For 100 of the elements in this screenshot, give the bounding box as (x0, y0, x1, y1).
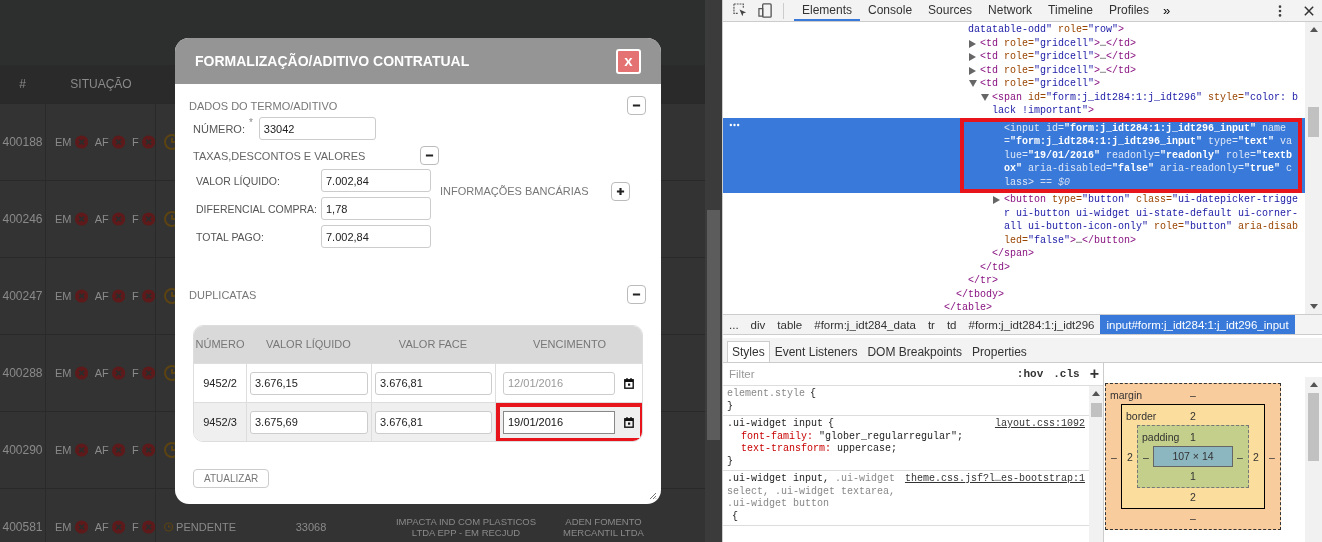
scrollbar[interactable] (1089, 386, 1103, 542)
devtools-tab[interactable]: Elements (794, 0, 861, 21)
x-circle-icon (74, 212, 88, 226)
calendar-icon[interactable] (624, 377, 634, 389)
brace: { (828, 418, 835, 429)
scrollbar[interactable] (705, 0, 722, 542)
x-circle-icon (74, 135, 88, 149)
input-field[interactable]: 33042 (258, 117, 376, 140)
status-label: F (132, 521, 139, 533)
code-line: <td role="gridcell">…</td> (980, 63, 1137, 77)
panel-tab[interactable]: Styles (727, 341, 770, 362)
status-label: F (132, 444, 139, 456)
class-button[interactable]: .cls (1053, 368, 1080, 380)
resize-grip-icon[interactable] (649, 492, 657, 500)
box-label: padding (1142, 431, 1181, 443)
breadcrumb-item[interactable]: tr (921, 315, 941, 334)
minus-icon[interactable] (632, 290, 641, 299)
section-title: INFORMAÇÕES BANCÁRIAS (440, 185, 589, 197)
breadcrumb-item[interactable]: div (744, 315, 772, 334)
more-icon[interactable] (729, 122, 740, 127)
source-link[interactable]: layout.css:1092 (995, 418, 1085, 431)
x-circle-icon (111, 135, 126, 149)
caret-right-icon[interactable] (969, 39, 976, 48)
date-field[interactable]: 19/01/2016 (503, 410, 615, 434)
input-field[interactable]: 7.002,84 (321, 169, 431, 192)
clock-icon (164, 519, 174, 535)
content-box: 107 × 14 (1153, 446, 1233, 467)
caret-down-icon[interactable] (981, 93, 989, 101)
devtools-tab[interactable]: Network (980, 0, 1041, 21)
panel-tab[interactable]: DOM Breakpoints (862, 341, 968, 362)
status-label: EM (55, 367, 72, 379)
field-label: VALOR LÍQUIDO: (196, 174, 281, 187)
box-value: – (1190, 512, 1196, 524)
selection-bar[interactable] (723, 117, 1305, 193)
x-circle-icon (74, 520, 88, 534)
devtools-tab[interactable]: Console (860, 0, 921, 21)
column-header: NÚMERO (194, 326, 246, 363)
caret-right-icon[interactable] (993, 196, 1000, 204)
expand-button[interactable] (611, 181, 630, 201)
code-line: </tr> (968, 274, 998, 288)
devtools-tab[interactable]: Timeline (1040, 0, 1101, 21)
devtools-tab[interactable]: Sources (920, 0, 981, 21)
column-header: VALOR FACE (371, 326, 495, 363)
input-field[interactable]: 1,78 (321, 197, 431, 220)
caret-right-icon[interactable] (969, 53, 976, 61)
scrollbar[interactable] (1305, 22, 1322, 314)
box-value: – (1236, 450, 1244, 463)
breadcrumb-item[interactable]: #form:j_idt284_data (808, 315, 922, 334)
caret-down-icon[interactable] (969, 80, 977, 87)
update-button[interactable]: ATUALIZAR (193, 469, 270, 488)
field-label: DIFERENCIAL COMPRA: (196, 202, 318, 215)
status-label: EM (55, 213, 72, 225)
minus-icon[interactable] (632, 101, 641, 110)
status-text: PENDENTE (176, 521, 236, 533)
breadcrumb-item[interactable]: td (940, 315, 963, 334)
status-label: F (132, 290, 139, 302)
x-circle-icon (111, 366, 126, 380)
breadcrumb-item[interactable]: #form:j_idt284:1:j_idt296 (962, 315, 1101, 334)
close-icon[interactable] (1304, 5, 1314, 16)
hover-state-button[interactable]: :hov (1016, 368, 1044, 380)
minus-icon[interactable] (425, 151, 434, 160)
code-line: <td role="gridcell">…</td> (980, 50, 1137, 64)
x-circle-icon (111, 443, 126, 457)
input-field[interactable]: 3.676,15 (250, 371, 368, 395)
status-label: F (132, 213, 139, 225)
panel-tab[interactable]: Event Listeners (769, 341, 863, 362)
input-field[interactable]: 7.002,84 (321, 225, 431, 248)
x-circle-icon (74, 289, 88, 303)
code-line: </span> (992, 247, 1034, 261)
panel-tab[interactable]: Properties (967, 341, 1032, 362)
x-circle-icon (111, 212, 126, 226)
source-link[interactable]: theme.css.jsf?l…es-bootstrap:1 (904, 473, 1085, 486)
input-field[interactable]: 3.675,69 (250, 410, 368, 434)
input-field[interactable]: 3.676,81 (375, 410, 492, 434)
field-label: NÚMERO: (193, 122, 245, 135)
code-line: <td role="gridcell">…</td> (980, 36, 1137, 50)
caret-right-icon[interactable] (969, 66, 976, 75)
device-icon[interactable] (758, 3, 773, 18)
breadcrumb-item[interactable]: ... (723, 315, 745, 334)
status-label: EM (55, 136, 72, 148)
field-label: TOTAL PAGO: (196, 230, 265, 243)
calendar-icon[interactable] (624, 416, 634, 428)
inspect-icon[interactable] (733, 3, 748, 18)
css-property: text-transform: (741, 443, 831, 454)
code-line: </td> (980, 260, 1010, 274)
status-label: EM (55, 444, 72, 456)
plus-icon[interactable] (616, 186, 625, 196)
menu-icon[interactable] (1278, 3, 1282, 18)
add-rule-button[interactable]: + (1089, 365, 1099, 383)
scrollbar[interactable] (1305, 377, 1322, 542)
breadcrumb-item[interactable]: table (771, 315, 809, 334)
box-value: 2 (1252, 450, 1260, 463)
devtools-tab[interactable]: Profiles (1101, 0, 1158, 21)
status-label: AF (94, 290, 109, 302)
breadcrumb-item[interactable]: input#form:j_idt284:1:j_idt296_input (1100, 315, 1295, 334)
css-property: font-family: (741, 430, 813, 442)
more-tabs-button[interactable]: » (1157, 3, 1177, 18)
input-field[interactable]: 3.676,81 (375, 371, 492, 395)
css-value: "glober_regularregular"; (819, 430, 964, 442)
section-title: DADOS DO TERMO/ADITIVO (189, 99, 338, 112)
